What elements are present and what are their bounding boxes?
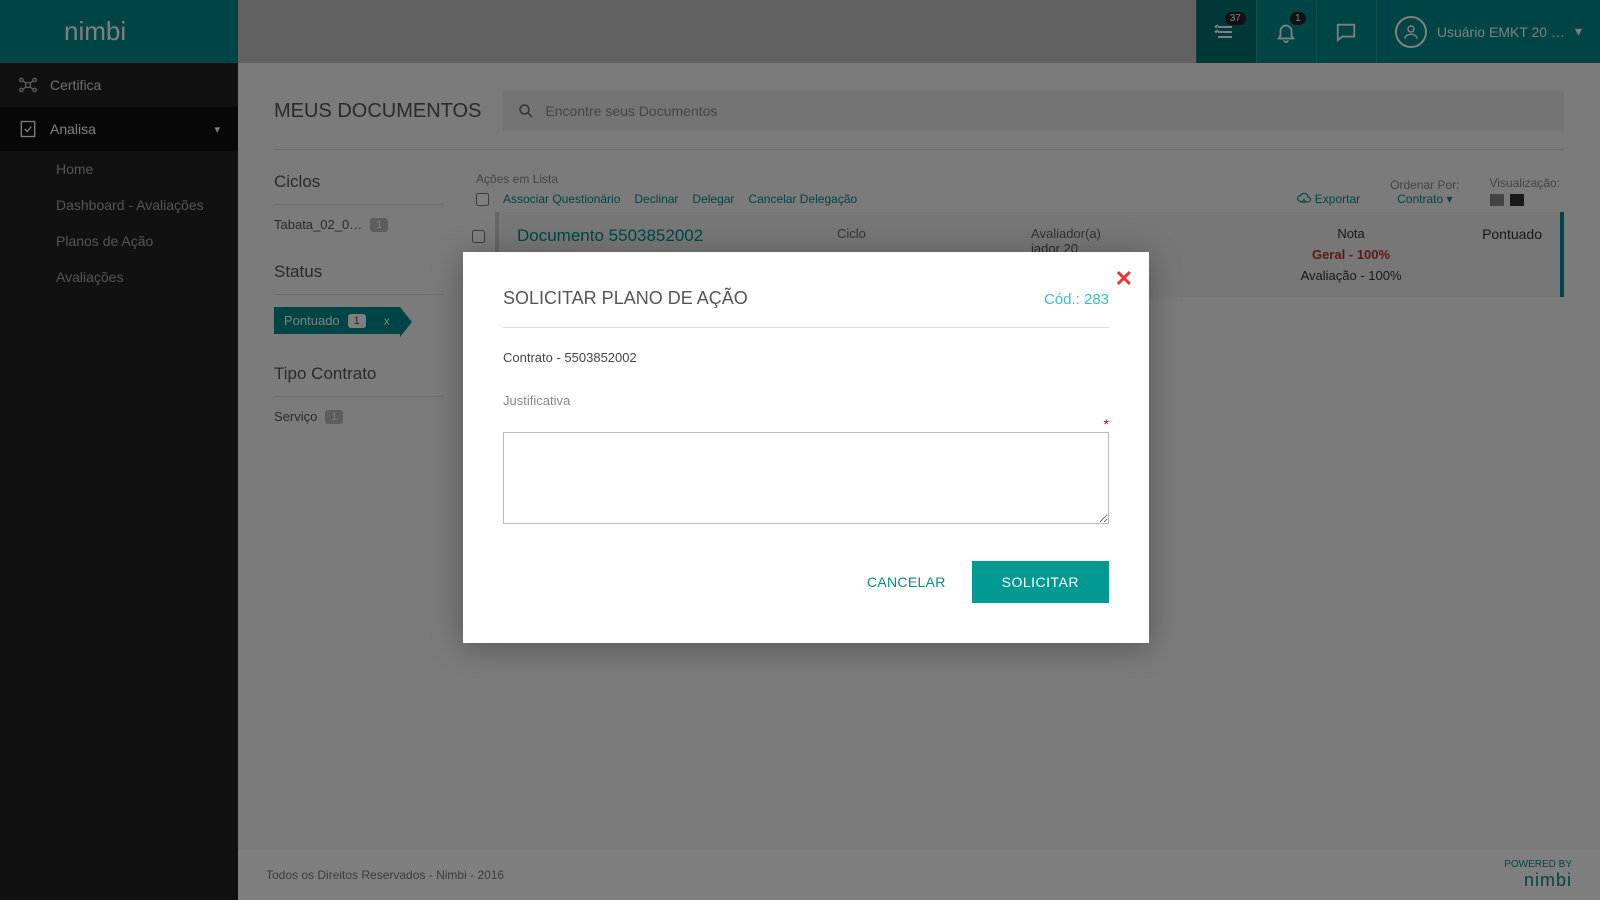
modal-header: SOLICITAR PLANO DE AÇÃO Cód.: 283 [503,288,1109,328]
modal-solicitar-plano: ✕ SOLICITAR PLANO DE AÇÃO Cód.: 283 Cont… [463,252,1149,643]
modal-actions: CANCELAR SOLICITAR [503,561,1109,603]
justificativa-textarea[interactable] [503,432,1109,524]
justificativa-label: Justificativa [503,393,1109,408]
submit-button[interactable]: SOLICITAR [972,561,1109,603]
modal-code: Cód.: 283 [1044,291,1109,308]
modal-contrato: Contrato - 5503852002 [503,350,1109,365]
modal-title: SOLICITAR PLANO DE AÇÃO [503,288,748,309]
cancel-button[interactable]: CANCELAR [867,574,946,590]
close-icon[interactable]: ✕ [1115,266,1133,292]
required-indicator: * [503,416,1109,432]
